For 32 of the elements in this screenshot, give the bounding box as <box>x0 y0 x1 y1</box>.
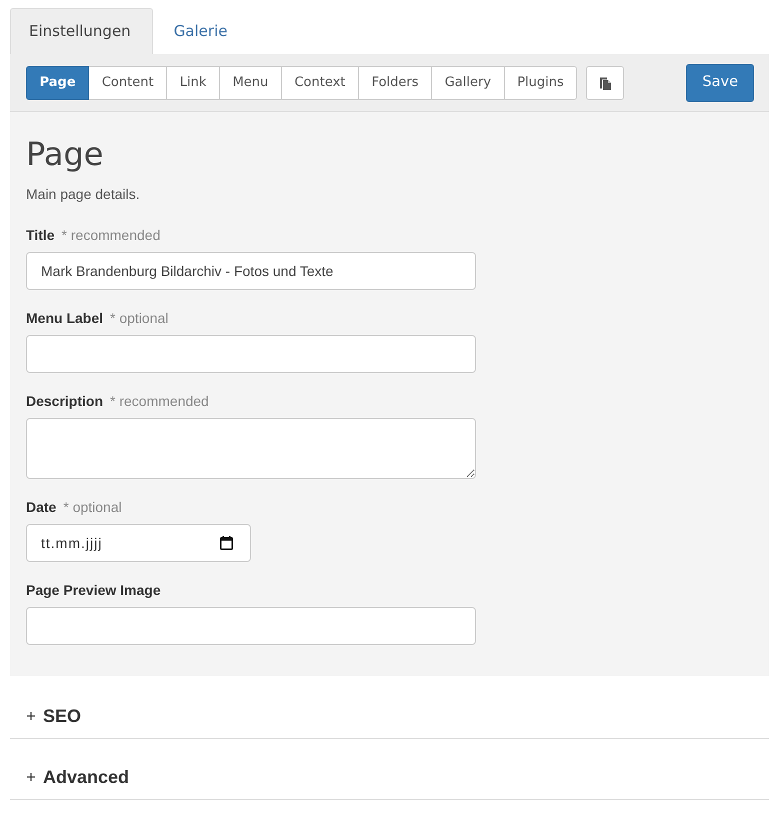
section-toggle[interactable]: SEO <box>43 704 82 728</box>
copy-button[interactable] <box>586 66 624 100</box>
input-field[interactable]: Mark Brandenburg Bildarchiv - Fotos und Texte <box>26 252 476 290</box>
calendar-icon[interactable] <box>220 536 233 550</box>
section-tab[interactable]: Plugins <box>504 66 578 100</box>
section-tab[interactable]: Content <box>88 66 168 100</box>
field-label: Date <box>26 499 56 515</box>
copy-icon <box>598 75 612 90</box>
field-label: Menu Label <box>26 310 104 326</box>
field-hint: * optional <box>63 499 122 515</box>
section-tab[interactable]: Context <box>280 66 359 100</box>
input-field[interactable] <box>26 607 476 645</box>
field-hint: * recommended <box>62 227 160 243</box>
save-button[interactable]: Save <box>686 64 754 102</box>
tab[interactable]: Einstellungen <box>10 8 153 54</box>
input-field[interactable] <box>26 335 476 373</box>
textarea-field[interactable] <box>26 418 476 479</box>
page-description: Main page details. <box>26 185 140 204</box>
field-label: Title <box>26 227 55 243</box>
section-tab[interactable]: Folders <box>358 66 432 100</box>
date-field[interactable]: tt.mm.jjjj <box>26 524 251 562</box>
section-toggle[interactable]: Advanced <box>43 765 130 789</box>
section-tab[interactable]: Gallery <box>431 66 505 100</box>
field-label: Page Preview Image <box>26 582 161 598</box>
field-hint: * recommended <box>110 393 209 409</box>
section-tab[interactable]: Menu <box>218 66 282 100</box>
section-tab[interactable]: Page <box>26 66 90 100</box>
field-hint: * optional <box>110 310 168 326</box>
field-label: Description <box>26 393 104 409</box>
page-heading: Page <box>26 134 104 174</box>
section-tab[interactable]: Link <box>166 66 220 100</box>
tab[interactable]: Galerie <box>152 8 250 54</box>
